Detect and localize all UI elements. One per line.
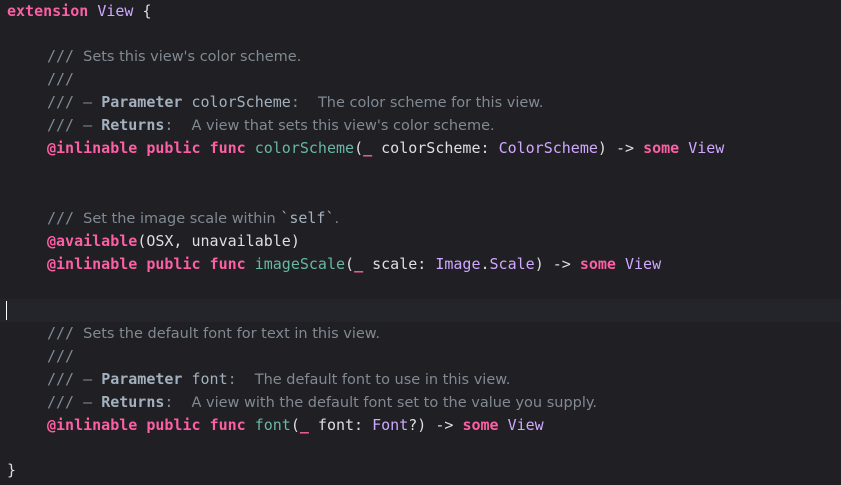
dot: .	[480, 255, 490, 273]
argument-label: font:	[308, 416, 373, 434]
paren: (	[345, 255, 355, 273]
paren: (	[354, 139, 364, 157]
doc-comment-line[interactable]: ///	[0, 68, 841, 91]
attribute-inlinable: @inlinable	[47, 416, 138, 434]
paren: )	[534, 255, 544, 273]
doc-colon: :	[290, 93, 300, 111]
keyword-func: func	[209, 416, 246, 434]
doc-colon: :	[164, 393, 174, 411]
open-brace: {	[133, 2, 152, 20]
doc-prefix: ///	[47, 93, 75, 111]
attribute-inlinable: @inlinable	[47, 139, 138, 157]
function-name: colorScheme	[254, 139, 355, 157]
return-type: View	[625, 255, 662, 273]
doc-comment-line[interactable]: /// Sets the default font for text in th…	[0, 322, 841, 345]
doc-returns-label: Returns	[101, 393, 165, 411]
doc-prefix: ///	[47, 347, 75, 365]
argument-type: Font	[372, 416, 409, 434]
underscore: _	[299, 416, 309, 434]
argument-type: Scale	[489, 255, 535, 273]
doc-parameter-name: font	[191, 370, 228, 388]
doc-dash: –	[74, 93, 102, 111]
doc-parameter-desc: The default font to use in this view.	[254, 372, 511, 388]
keyword-some: some	[579, 255, 616, 273]
code-line[interactable]: @available(OSX, unavailable)	[0, 230, 841, 253]
keyword-func: func	[209, 255, 246, 273]
arrow: ->	[543, 255, 580, 273]
doc-prefix: ///	[47, 70, 75, 88]
paren: )	[597, 139, 607, 157]
doc-parameter-label: Parameter	[101, 370, 183, 388]
code-line[interactable]: }	[0, 459, 841, 482]
argument-label: colorScheme:	[372, 139, 499, 157]
doc-comment-line[interactable]: ///	[0, 345, 841, 368]
argument-type: Image	[435, 255, 481, 273]
code-line[interactable]: @inlinable public func colorScheme(_ col…	[0, 137, 841, 160]
doc-parameter-label: Parameter	[101, 93, 183, 111]
arrow: ->	[426, 416, 463, 434]
close-brace: }	[7, 461, 17, 479]
doc-prefix: ///	[47, 47, 75, 65]
code-line[interactable]: @inlinable public func font(_ font: Font…	[0, 414, 841, 437]
attribute-inlinable: @inlinable	[47, 255, 138, 273]
doc-dash: –	[74, 393, 102, 411]
attribute-args: (OSX, unavailable)	[137, 232, 300, 250]
keyword-some: some	[643, 139, 680, 157]
doc-dash: –	[74, 370, 102, 388]
keyword-some: some	[462, 416, 499, 434]
function-name: imageScale	[254, 255, 346, 273]
doc-period: .	[334, 211, 340, 227]
doc-prefix: ///	[47, 324, 75, 342]
arrow: ->	[606, 139, 644, 157]
code-line[interactable]: extension View {	[0, 0, 841, 23]
return-type: View	[688, 139, 725, 157]
doc-comment-line[interactable]: /// – Returns: A view that sets this vie…	[0, 114, 841, 137]
underscore: _	[363, 139, 373, 157]
doc-prefix: ///	[47, 116, 75, 134]
return-type: View	[507, 416, 544, 434]
optional-mark: ?	[408, 416, 418, 434]
doc-colon: :	[227, 370, 237, 388]
attribute-available: @available	[47, 232, 138, 250]
doc-comment-line[interactable]: /// – Returns: A view with the default f…	[0, 391, 841, 414]
doc-comment-line[interactable]: /// – Parameter font: The default font t…	[0, 368, 841, 391]
argument-type: ColorScheme	[498, 139, 598, 157]
doc-prefix: ///	[47, 209, 75, 227]
doc-prefix: ///	[47, 370, 75, 388]
paren: (	[290, 416, 300, 434]
doc-colon: :	[164, 116, 174, 134]
doc-returns-desc: A view that sets this view's color schem…	[191, 118, 495, 134]
argument-label: scale:	[363, 255, 436, 273]
doc-comment-line[interactable]: /// Set the image scale within `self`.	[0, 207, 841, 230]
keyword-func: func	[209, 139, 246, 157]
doc-comment-line[interactable]: /// – Parameter colorScheme: The color s…	[0, 91, 841, 114]
code-line[interactable]: @inlinable public func imageScale(_ scal…	[0, 253, 841, 276]
code-editor[interactable]: extension View { /// Sets this view's co…	[0, 0, 841, 485]
underscore: _	[354, 255, 364, 273]
doc-summary: Sets this view's color scheme.	[83, 49, 302, 65]
keyword-public: public	[146, 416, 201, 434]
doc-parameter-name: colorScheme	[191, 93, 291, 111]
function-name: font	[254, 416, 291, 434]
paren: )	[417, 416, 427, 434]
doc-dash: –	[74, 116, 102, 134]
doc-returns-label: Returns	[101, 116, 165, 134]
doc-summary: Sets the default font for text in this v…	[83, 326, 380, 342]
doc-comment-line[interactable]: /// Sets this view's color scheme.	[0, 45, 841, 68]
text-cursor	[6, 301, 7, 320]
doc-code-self: `self`	[280, 209, 335, 227]
doc-parameter-desc: The color scheme for this view.	[317, 95, 544, 111]
doc-prefix: ///	[47, 393, 75, 411]
current-line[interactable]	[0, 299, 841, 322]
doc-returns-desc: A view with the default font set to the …	[191, 395, 598, 411]
doc-summary: Set the image scale within	[83, 211, 281, 227]
keyword-public: public	[146, 255, 201, 273]
keyword-public: public	[146, 139, 201, 157]
keyword-extension: extension	[7, 2, 89, 20]
type-view: View	[97, 2, 134, 20]
